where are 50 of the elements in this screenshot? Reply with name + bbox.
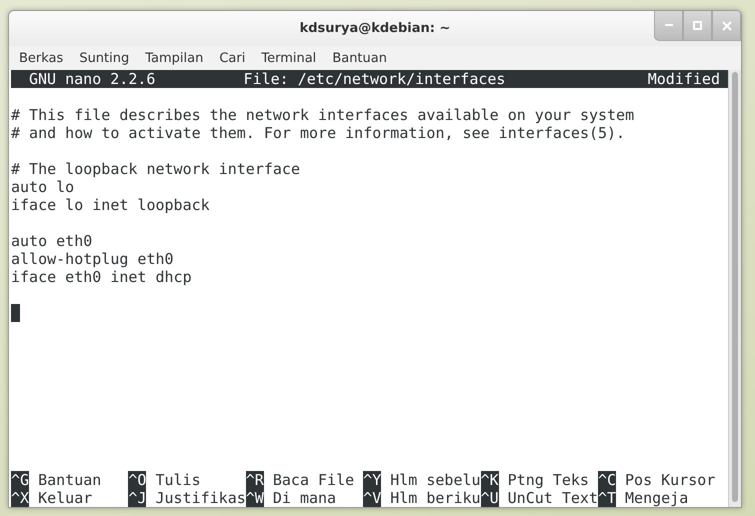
file-line: # and how to activate them. For more information, see interfaces(5). [11,124,626,142]
close-icon [722,20,732,30]
shortcut-key: ^R [246,471,264,489]
file-line: auto lo [11,178,76,196]
shortcut-label: UnCut Text [506,489,598,507]
menu-item[interactable]: Bantuan [324,50,395,66]
file-line: iface eth0 inet dhcp [11,268,193,286]
shortcut-label: Hlm sebelu [389,471,481,489]
file-line: # This file describes the network interfaces available on your system [11,106,636,124]
window-title: kdsurya@kdebian: ~ [300,21,450,36]
maximize-icon [693,21,702,30]
shortcut-key: ^O [128,471,146,489]
scrollbar-thumb[interactable] [732,72,738,502]
shortcut-label: Bantuan [37,471,102,489]
shortcut-key: ^C [598,471,616,489]
file-line: # The loopback network interface [11,160,301,178]
close-button[interactable] [712,11,741,41]
shortcut-key: ^J [128,489,146,507]
file-name: File: /etc/network/interfaces [244,70,506,88]
nano-version: GNU nano 2.2.6 [29,70,156,88]
menu-item[interactable]: Sunting [71,50,138,66]
shortcut-label: Ptng Teks [506,471,589,489]
shortcut-label: Baca File [272,471,354,489]
file-line: iface lo inet loopback [11,196,211,214]
modified-status: Modified [648,70,720,88]
maximize-button[interactable] [683,11,712,41]
shortcut-label: Pos Kursor [624,471,716,489]
shortcut-key: ^X [11,489,30,507]
menu-item[interactable]: Tampilan [137,50,212,66]
shortcut-label: Keluar [37,489,92,507]
shortcut-label: Justifikas [154,489,246,507]
shortcut-key: ^V [363,489,382,507]
shortcut-label: Hlm beriku [389,489,481,507]
shortcut-key: ^U [480,489,499,507]
shortcut-key: ^Y [363,471,382,489]
shortcut-label: Di mana [272,489,336,507]
shortcut-label: Mengeja [624,489,688,507]
menu-item[interactable]: Berkas [11,50,72,66]
menu-item[interactable]: Terminal [253,50,324,66]
minimize-icon [664,24,672,27]
shortcut-key: ^G [11,471,30,489]
shortcut-key: ^W [246,489,264,507]
menu-item[interactable]: Cari [211,50,254,66]
scrollbar[interactable] [728,70,741,507]
shortcut-label: Tulis [154,471,201,489]
file-line: auto eth0 [11,232,94,250]
minimize-button[interactable] [654,11,683,41]
shortcut-key: ^T [598,489,616,507]
file-line: allow-hotplug eth0 [11,250,175,268]
shortcut-key: ^K [480,471,499,489]
